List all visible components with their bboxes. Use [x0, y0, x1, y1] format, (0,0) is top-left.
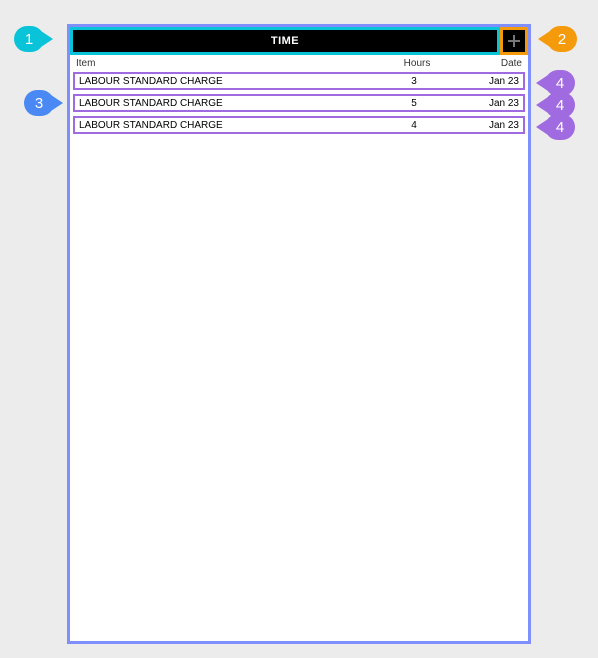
- callout-label: 3: [35, 95, 43, 112]
- panel-title: TIME: [70, 27, 500, 55]
- table-row[interactable]: LABOUR STANDARD CHARGE 4 Jan 23: [73, 116, 525, 134]
- cell-item: LABOUR STANDARD CHARGE: [79, 98, 379, 109]
- time-panel: TIME Item Hours Date LABOUR STANDARD CHA…: [67, 24, 531, 644]
- cell-hours: 4: [379, 120, 449, 131]
- cell-hours: 5: [379, 98, 449, 109]
- header-item: Item: [76, 58, 382, 69]
- add-button[interactable]: [500, 27, 528, 55]
- callout-2: 2: [547, 26, 577, 52]
- cell-hours: 3: [379, 76, 449, 87]
- cell-date: Jan 23: [449, 120, 519, 131]
- callout-label: 4: [556, 97, 564, 114]
- cell-date: Jan 23: [449, 98, 519, 109]
- callout-4c: 4: [545, 114, 575, 140]
- header-hours: Hours: [382, 58, 452, 69]
- cell-date: Jan 23: [449, 76, 519, 87]
- cell-item: LABOUR STANDARD CHARGE: [79, 120, 379, 131]
- plus-icon: [507, 34, 521, 48]
- rows-container: LABOUR STANDARD CHARGE 3 Jan 23 LABOUR S…: [70, 72, 528, 138]
- panel-title-text: TIME: [271, 35, 299, 47]
- header-date: Date: [452, 58, 522, 69]
- title-row: TIME: [70, 27, 528, 55]
- table-row[interactable]: LABOUR STANDARD CHARGE 5 Jan 23: [73, 94, 525, 112]
- table-row[interactable]: LABOUR STANDARD CHARGE 3 Jan 23: [73, 72, 525, 90]
- callout-3: 3: [24, 90, 54, 116]
- column-headers: Item Hours Date: [70, 55, 528, 72]
- callout-label: 4: [556, 75, 564, 92]
- cell-item: LABOUR STANDARD CHARGE: [79, 76, 379, 87]
- callout-label: 4: [556, 119, 564, 136]
- callout-1: 1: [14, 26, 44, 52]
- callout-label: 1: [25, 31, 33, 48]
- callout-label: 2: [558, 31, 566, 48]
